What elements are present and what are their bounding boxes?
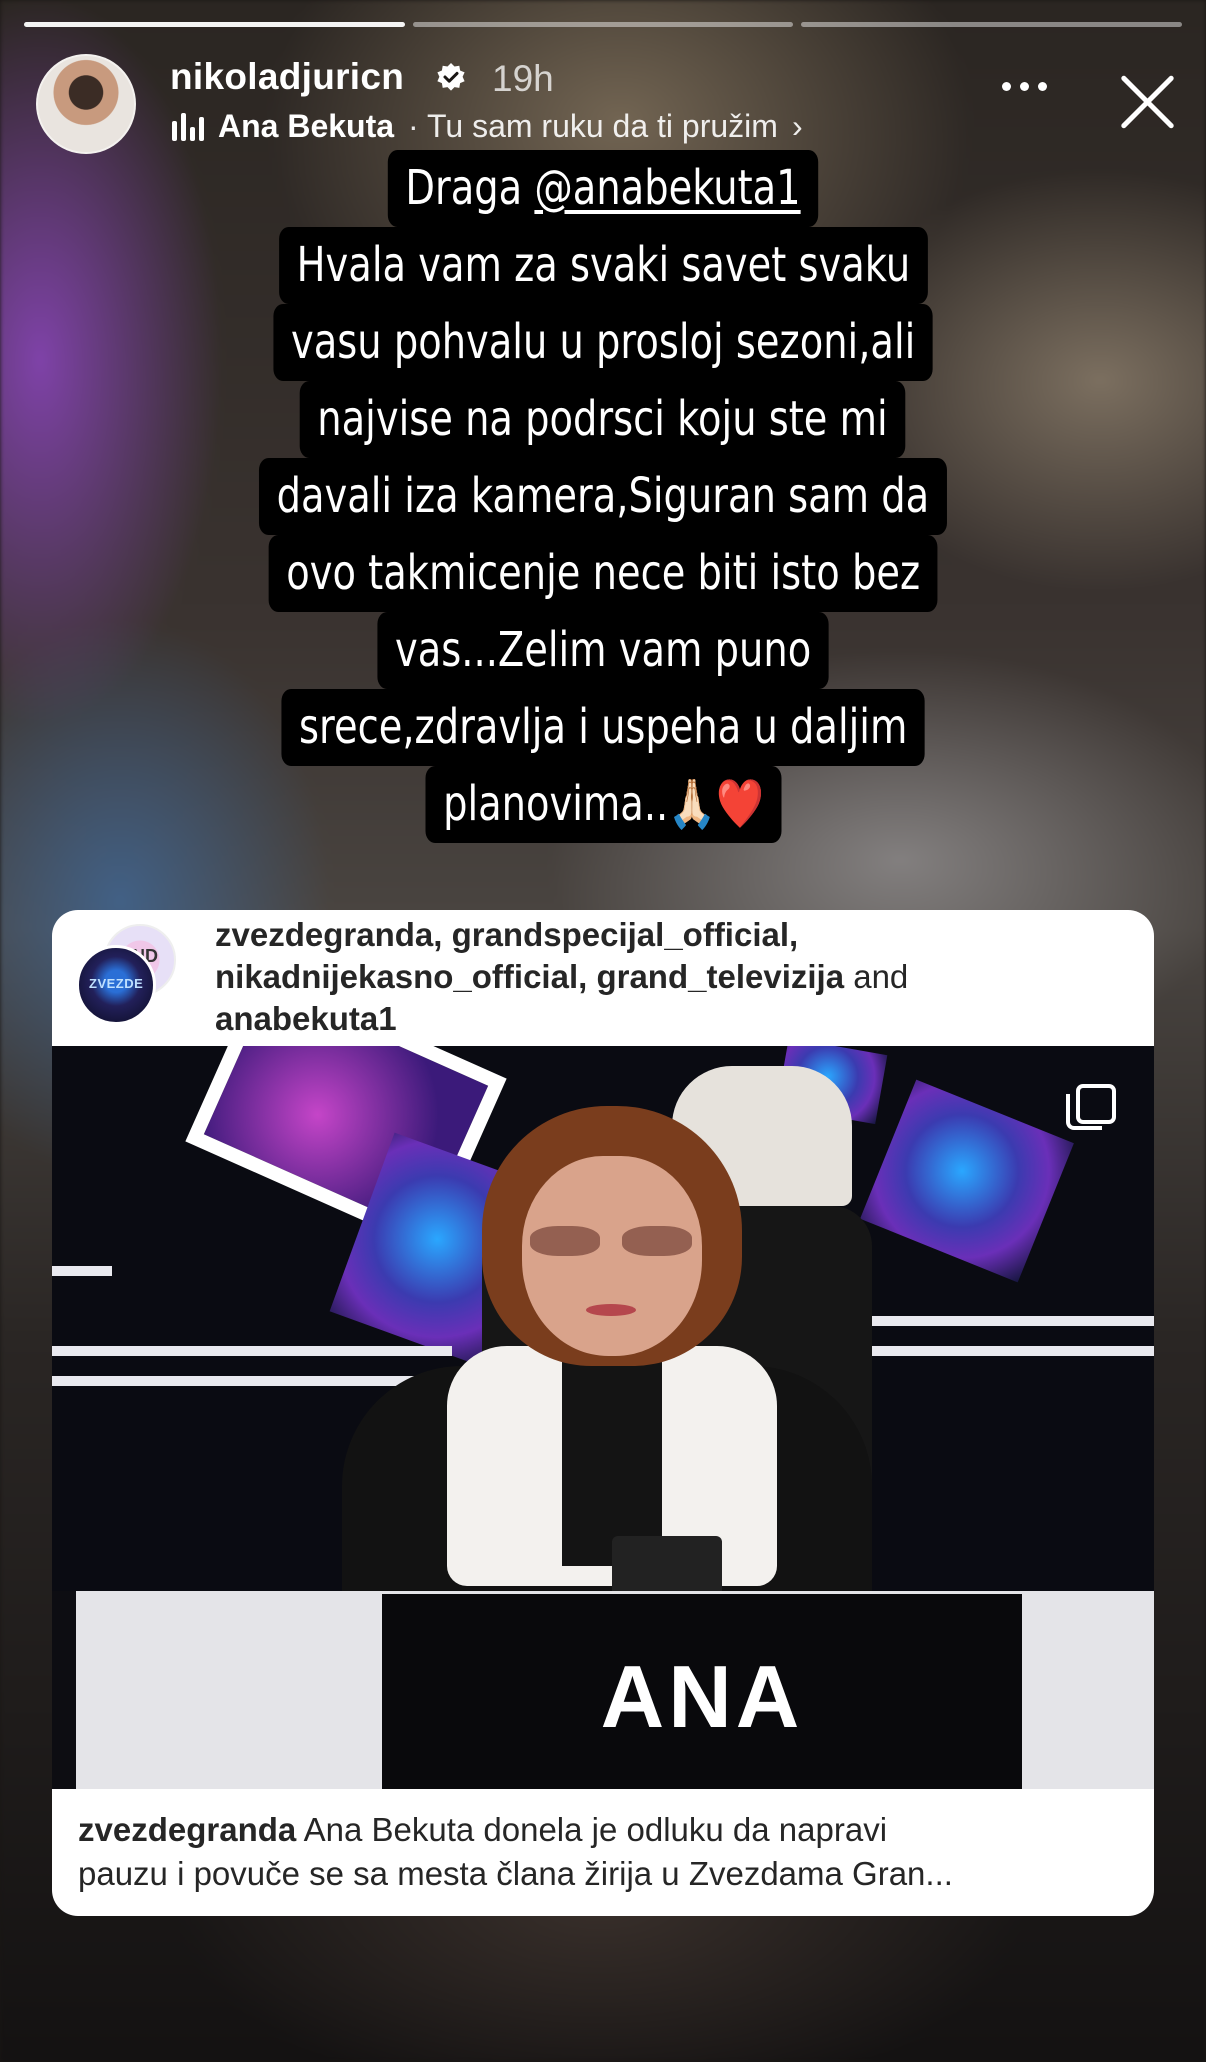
- music-song-title: · Tu sam ruku da ti pružim: [408, 108, 778, 144]
- progress-segment: [801, 22, 1183, 27]
- story-text-line: vas...Zelim vam puno: [377, 612, 829, 689]
- story-text-line: Hvala vam za svaki savet svaku: [278, 227, 928, 304]
- caption-username: zvezdegranda: [78, 1811, 297, 1848]
- progress-segment: [24, 22, 405, 27]
- username[interactable]: nikoladjuricn: [170, 56, 404, 98]
- author-avatar: ZVEZDE: [76, 945, 156, 1025]
- close-icon[interactable]: [1116, 70, 1178, 132]
- nameplate-text: ANA: [600, 1647, 804, 1746]
- shared-post-header: ND ZVEZDE zvezdegranda, grandspecijal_of…: [52, 910, 1154, 1046]
- music-artist: Ana Bekuta: [218, 108, 395, 144]
- nameplate: ANA: [382, 1594, 1022, 1789]
- post-photo: ANA: [52, 1046, 1154, 1789]
- story-text-line: vasu pohvalu u prosloj sezoni,ali: [273, 304, 933, 381]
- music-bars-icon: [172, 112, 204, 141]
- post-caption: zvezdegranda Ana Bekuta donela je odluku…: [78, 1811, 953, 1892]
- story-text-overlay: Draga @anabekuta1 Hvala vam za svaki sav…: [60, 150, 1146, 843]
- story-text-line: srece,zdravlja i uspeha u daljim: [281, 689, 925, 766]
- chevron-right-icon: ›: [791, 108, 803, 144]
- mention-link[interactable]: @anabekuta1: [534, 160, 800, 216]
- time-ago: 19h: [492, 58, 554, 99]
- progress-segment: [412, 22, 794, 27]
- story-text-line: Draga @anabekuta1: [387, 150, 819, 227]
- verified-icon: [437, 63, 465, 91]
- story-text-line: planovima..🙏🏻❤️: [425, 766, 781, 843]
- story-progress: [24, 22, 1183, 27]
- multiple-photos-icon: [1066, 1084, 1116, 1130]
- shared-post-card[interactable]: ND ZVEZDE zvezdegranda, grandspecijal_of…: [52, 910, 1154, 1916]
- story-text-line: najvise na podrsci koju ste mi: [300, 381, 906, 458]
- story-text-line: davali iza kamera,Siguran sam da: [259, 458, 947, 535]
- music-attribution[interactable]: Ana Bekuta · Tu sam ruku da ti pružim ›: [172, 108, 803, 145]
- story-text-line: ovo takmicenje nece biti isto bez: [268, 535, 938, 612]
- avatar[interactable]: [36, 54, 136, 154]
- more-icon[interactable]: [1002, 82, 1047, 91]
- post-authors: zvezdegranda, grandspecijal_official, ni…: [215, 916, 909, 1037]
